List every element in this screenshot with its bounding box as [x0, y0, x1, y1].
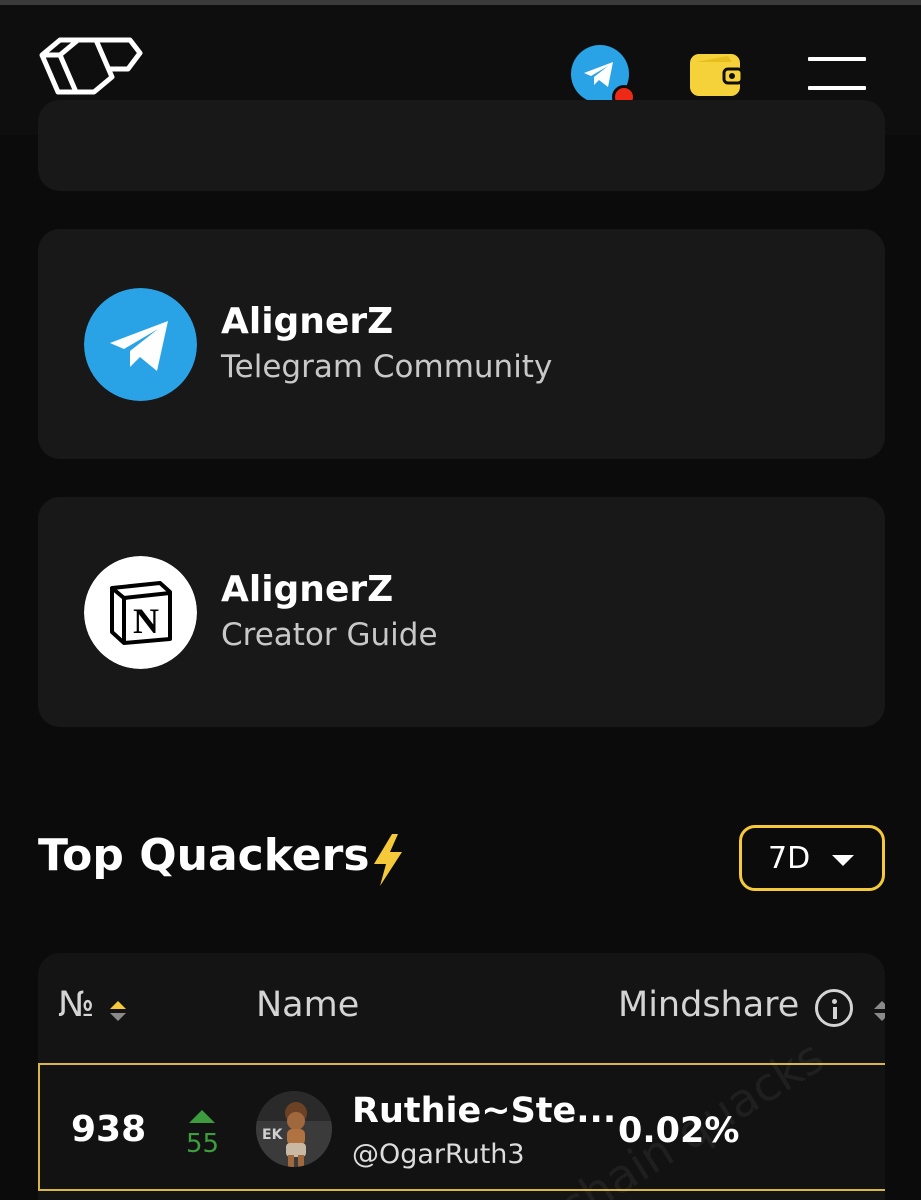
card-title: AlignerZ: [221, 301, 394, 342]
svg-text:EK: EK: [262, 1127, 284, 1143]
chevron-down-icon: [832, 855, 854, 866]
table-row[interactable]: chain quacks 938 55 EK Ruthie~Ste... @Og…: [38, 1029, 885, 1200]
menu-line: [808, 86, 866, 90]
info-icon[interactable]: [815, 989, 853, 1027]
telegram-community-card[interactable]: AlignerZ Telegram Community: [38, 229, 885, 459]
avatar[interactable]: EK: [256, 1091, 332, 1167]
leaderboard-title: Top Quackers: [38, 830, 370, 881]
logo-icon[interactable]: [38, 35, 144, 97]
hamburger-menu-icon[interactable]: [808, 57, 868, 93]
card-subtitle: Creator Guide: [221, 617, 438, 653]
sort-icon[interactable]: [108, 999, 128, 1023]
leaderboard-table: № Name Mindshare chain quacks 938 55 EK …: [38, 953, 885, 1200]
period-dropdown[interactable]: 7D: [739, 825, 885, 891]
period-value: 7D: [768, 841, 811, 876]
mindshare-column-header[interactable]: Mindshare: [618, 985, 799, 1025]
telegram-icon: [84, 288, 197, 401]
notion-icon: N: [84, 556, 197, 669]
rank-change: 55: [186, 1129, 220, 1159]
rank-column-header[interactable]: №: [58, 985, 94, 1025]
lightning-icon: [374, 834, 402, 886]
user-handle[interactable]: @OgarRuth3: [352, 1139, 525, 1170]
previous-card[interactable]: [38, 100, 885, 191]
wallet-icon[interactable]: [688, 50, 744, 100]
mindshare-value: 0.02%: [618, 1111, 740, 1151]
sort-icon[interactable]: [874, 997, 885, 1025]
menu-line: [808, 57, 866, 61]
user-display-name[interactable]: Ruthie~Ste...: [352, 1091, 616, 1131]
rank-value: 938: [71, 1109, 147, 1150]
creator-guide-card[interactable]: N AlignerZ Creator Guide: [38, 497, 885, 727]
trend-up-icon: [189, 1110, 215, 1123]
card-subtitle: Telegram Community: [221, 349, 553, 385]
card-title: AlignerZ: [221, 569, 394, 610]
svg-text:N: N: [133, 601, 159, 641]
name-column-header[interactable]: Name: [256, 985, 359, 1025]
